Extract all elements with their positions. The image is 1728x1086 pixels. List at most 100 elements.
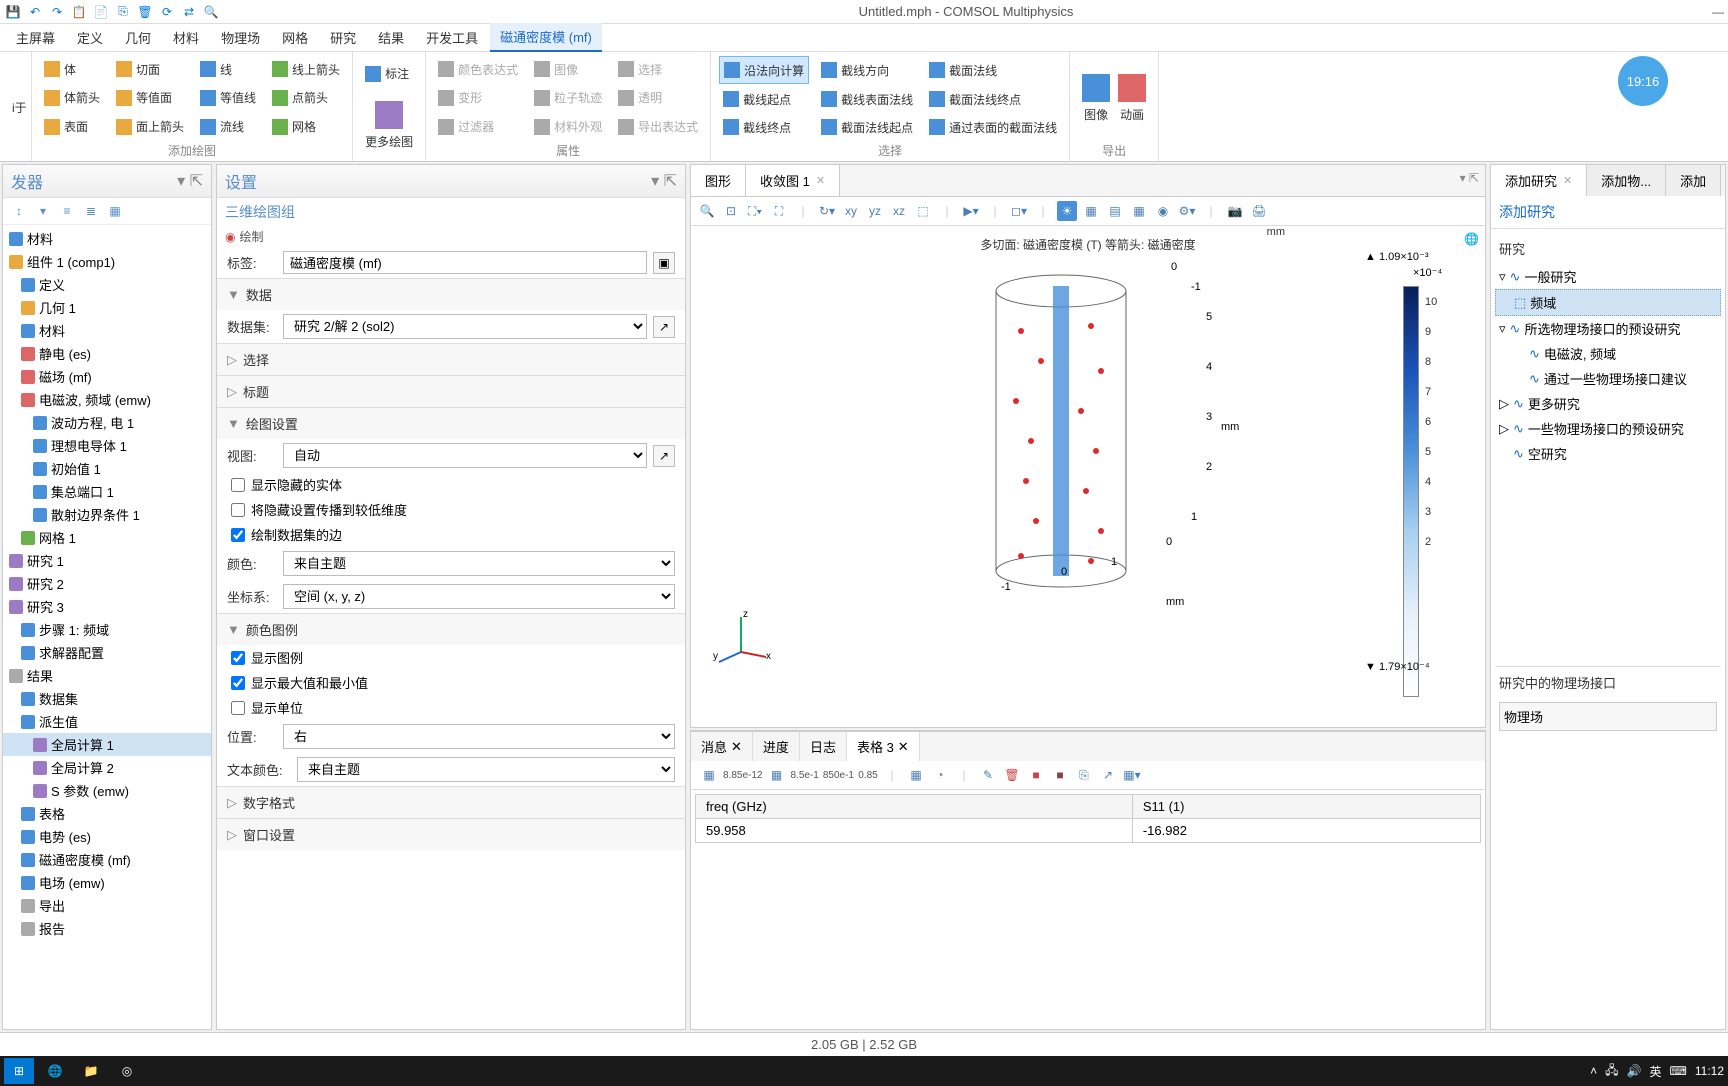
sync-icon[interactable]: ⇄	[180, 3, 198, 21]
ribbon-cutplane-normal-start[interactable]: 截面法线起点	[817, 114, 917, 140]
ribbon-cutline-end[interactable]: 截线终点	[719, 114, 809, 140]
ribbon-arrow-line[interactable]: 线上箭头	[268, 56, 344, 83]
ribbon-normal-eval[interactable]: 沿法向计算	[719, 56, 809, 84]
table-edit-icon[interactable]: ✎	[978, 765, 998, 785]
table-plot-icon[interactable]: ▦	[699, 765, 719, 785]
render-icon[interactable]: ◉	[1153, 201, 1173, 221]
tab-table3[interactable]: 表格 3✕	[847, 732, 920, 761]
tray-sound-icon[interactable]: 🔊	[1627, 1064, 1642, 1078]
model-tree[interactable]: 材料 组件 1 (comp1) 定义 几何 1 材料 静电 (es) 磁场 (m…	[3, 225, 211, 1029]
section-title-s[interactable]: 标题	[243, 382, 269, 401]
tab-add[interactable]: 添加	[1666, 165, 1721, 196]
tab-log[interactable]: 日志	[800, 732, 847, 761]
ribbon-cutline-surf-normal[interactable]: 截线表面法线	[817, 86, 917, 112]
textcolor-select[interactable]: 来自主题	[297, 757, 675, 782]
ribbon-mesh-plot[interactable]: 网格	[268, 113, 344, 140]
chk-propagate[interactable]	[231, 503, 245, 517]
delete-icon[interactable]: 🗑	[136, 3, 154, 21]
ribbon-cutplane-surface[interactable]: 通过表面的截面法线	[925, 114, 1061, 140]
collapse-icon[interactable]: ▾	[33, 202, 53, 220]
ribbon-cutplane-normal-end[interactable]: 截面法线终点	[925, 86, 1061, 112]
orient-icon[interactable]: ⬚	[913, 201, 933, 221]
refresh-icon[interactable]: ⟳	[158, 3, 176, 21]
label-input[interactable]	[283, 251, 647, 274]
start-button[interactable]: ⊞	[4, 1058, 34, 1084]
study-frequency-domain[interactable]: ⬚频域	[1495, 289, 1721, 316]
menu-physics[interactable]: 物理场	[211, 24, 270, 51]
ribbon-more-plots[interactable]: 更多绘图	[361, 92, 417, 160]
tray-net-icon[interactable]: 🖧	[1605, 1061, 1618, 1082]
tab-graphics[interactable]: 图形	[691, 165, 746, 196]
graphics-canvas[interactable]: mm 多切面: 磁通密度模 (T) 等箭头: 磁通密度	[691, 226, 1485, 727]
table-fill-icon[interactable]: ■	[1026, 765, 1046, 785]
xz-view-icon[interactable]: xz	[889, 201, 909, 221]
close-icon[interactable]: ✕	[816, 174, 825, 187]
transparency-icon[interactable]: ▦	[1081, 201, 1101, 221]
section-color-legend[interactable]: 颜色图例	[246, 620, 298, 639]
section-data[interactable]: 数据	[246, 285, 272, 304]
menu-devtools[interactable]: 开发工具	[416, 24, 488, 51]
menu-geometry[interactable]: 几何	[115, 24, 161, 51]
dataset-goto-icon[interactable]: ↗	[653, 316, 675, 338]
ribbon-annotation[interactable]: 标注	[361, 56, 417, 92]
ribbon-export-image[interactable]: 图像	[1078, 56, 1114, 140]
light-toggle-icon[interactable]: ☀	[1057, 201, 1077, 221]
chk-show-minmax[interactable]	[231, 676, 245, 690]
ribbon-arrow-surface[interactable]: 面上箭头	[112, 113, 188, 140]
paste-icon[interactable]: 📄	[92, 3, 110, 21]
menu-results[interactable]: 结果	[368, 24, 414, 51]
table-fill2-icon[interactable]: ■	[1050, 765, 1070, 785]
tab-progress[interactable]: 进度	[753, 732, 800, 761]
tree-icon[interactable]: ≡	[57, 202, 77, 220]
table-copy-icon[interactable]: ⎘	[1074, 765, 1094, 785]
view-select[interactable]: 自动	[283, 443, 647, 468]
table-more-icon[interactable]: ▦▾	[1122, 765, 1142, 785]
section-number-format[interactable]: 数字格式	[243, 793, 295, 812]
ribbon-cutline-start[interactable]: 截线起点	[719, 86, 809, 112]
menu-study[interactable]: 研究	[320, 24, 366, 51]
dataset-select[interactable]: 研究 2/解 2 (sol2)	[283, 314, 647, 339]
yz-view-icon[interactable]: yz	[865, 201, 885, 221]
tray-lang[interactable]: 英	[1650, 1063, 1662, 1080]
explorer-icon[interactable]: 📁	[76, 1058, 106, 1084]
results-table[interactable]: freq (GHz)S11 (1) 59.958-16.982	[695, 794, 1481, 843]
save-icon[interactable]: 💾	[4, 3, 22, 21]
zoom-in-icon[interactable]: 🔍	[697, 201, 717, 221]
chk-show-hidden[interactable]	[231, 478, 245, 492]
add-study-button[interactable]: 添加研究	[1499, 204, 1555, 220]
ribbon-line[interactable]: 线	[196, 56, 260, 83]
undo-icon[interactable]: ↶	[26, 3, 44, 21]
menu-materials[interactable]: 材料	[163, 24, 209, 51]
menu-home[interactable]: 主屏幕	[6, 24, 65, 51]
tab-convergence[interactable]: 收敛图 1✕	[746, 165, 840, 196]
section-window-settings[interactable]: 窗口设置	[243, 825, 295, 844]
expand-icon[interactable]: ↕	[9, 202, 29, 220]
zoom-box-icon[interactable]: ⊡	[721, 201, 741, 221]
table-format-icon[interactable]: ▦	[766, 765, 786, 785]
tree-node-global-eval-1[interactable]: 全局计算 1	[3, 733, 211, 756]
snapshot-icon[interactable]: 📷	[1225, 201, 1245, 221]
copy-icon[interactable]: 📋	[70, 3, 88, 21]
table-delete-icon[interactable]: 🗑	[1002, 765, 1022, 785]
redo-icon[interactable]: ↷	[48, 3, 66, 21]
position-select[interactable]: 右	[283, 724, 675, 749]
settings-gear-icon[interactable]: ⚙▾	[1177, 201, 1197, 221]
duplicate-icon[interactable]: ⎘	[114, 3, 132, 21]
tab-messages[interactable]: 消息✕	[691, 732, 753, 761]
chk-show-legend[interactable]	[231, 651, 245, 665]
section-plot-settings[interactable]: 绘图设置	[246, 414, 298, 433]
ribbon-volume-arrow[interactable]: 体箭头	[40, 85, 104, 112]
rotate-icon[interactable]: ↻▾	[817, 201, 837, 221]
tray-up-icon[interactable]: ˄	[1590, 1064, 1597, 1078]
ribbon-streamline[interactable]: 流线	[196, 113, 260, 140]
ribbon-about[interactable]: i于	[8, 97, 23, 118]
grid-icon[interactable]: ▦	[1129, 201, 1149, 221]
tree2-icon[interactable]: ≣	[81, 202, 101, 220]
table-pie-icon[interactable]: ◔	[930, 765, 950, 785]
ribbon-slice[interactable]: 切面	[112, 56, 188, 83]
chk-show-unit[interactable]	[231, 701, 245, 715]
world-icon[interactable]: 🌐	[1464, 232, 1479, 246]
minimize-icon[interactable]: —	[1712, 5, 1724, 19]
chk-plot-edges[interactable]	[231, 528, 245, 542]
table-export-icon[interactable]: ↗	[1098, 765, 1118, 785]
